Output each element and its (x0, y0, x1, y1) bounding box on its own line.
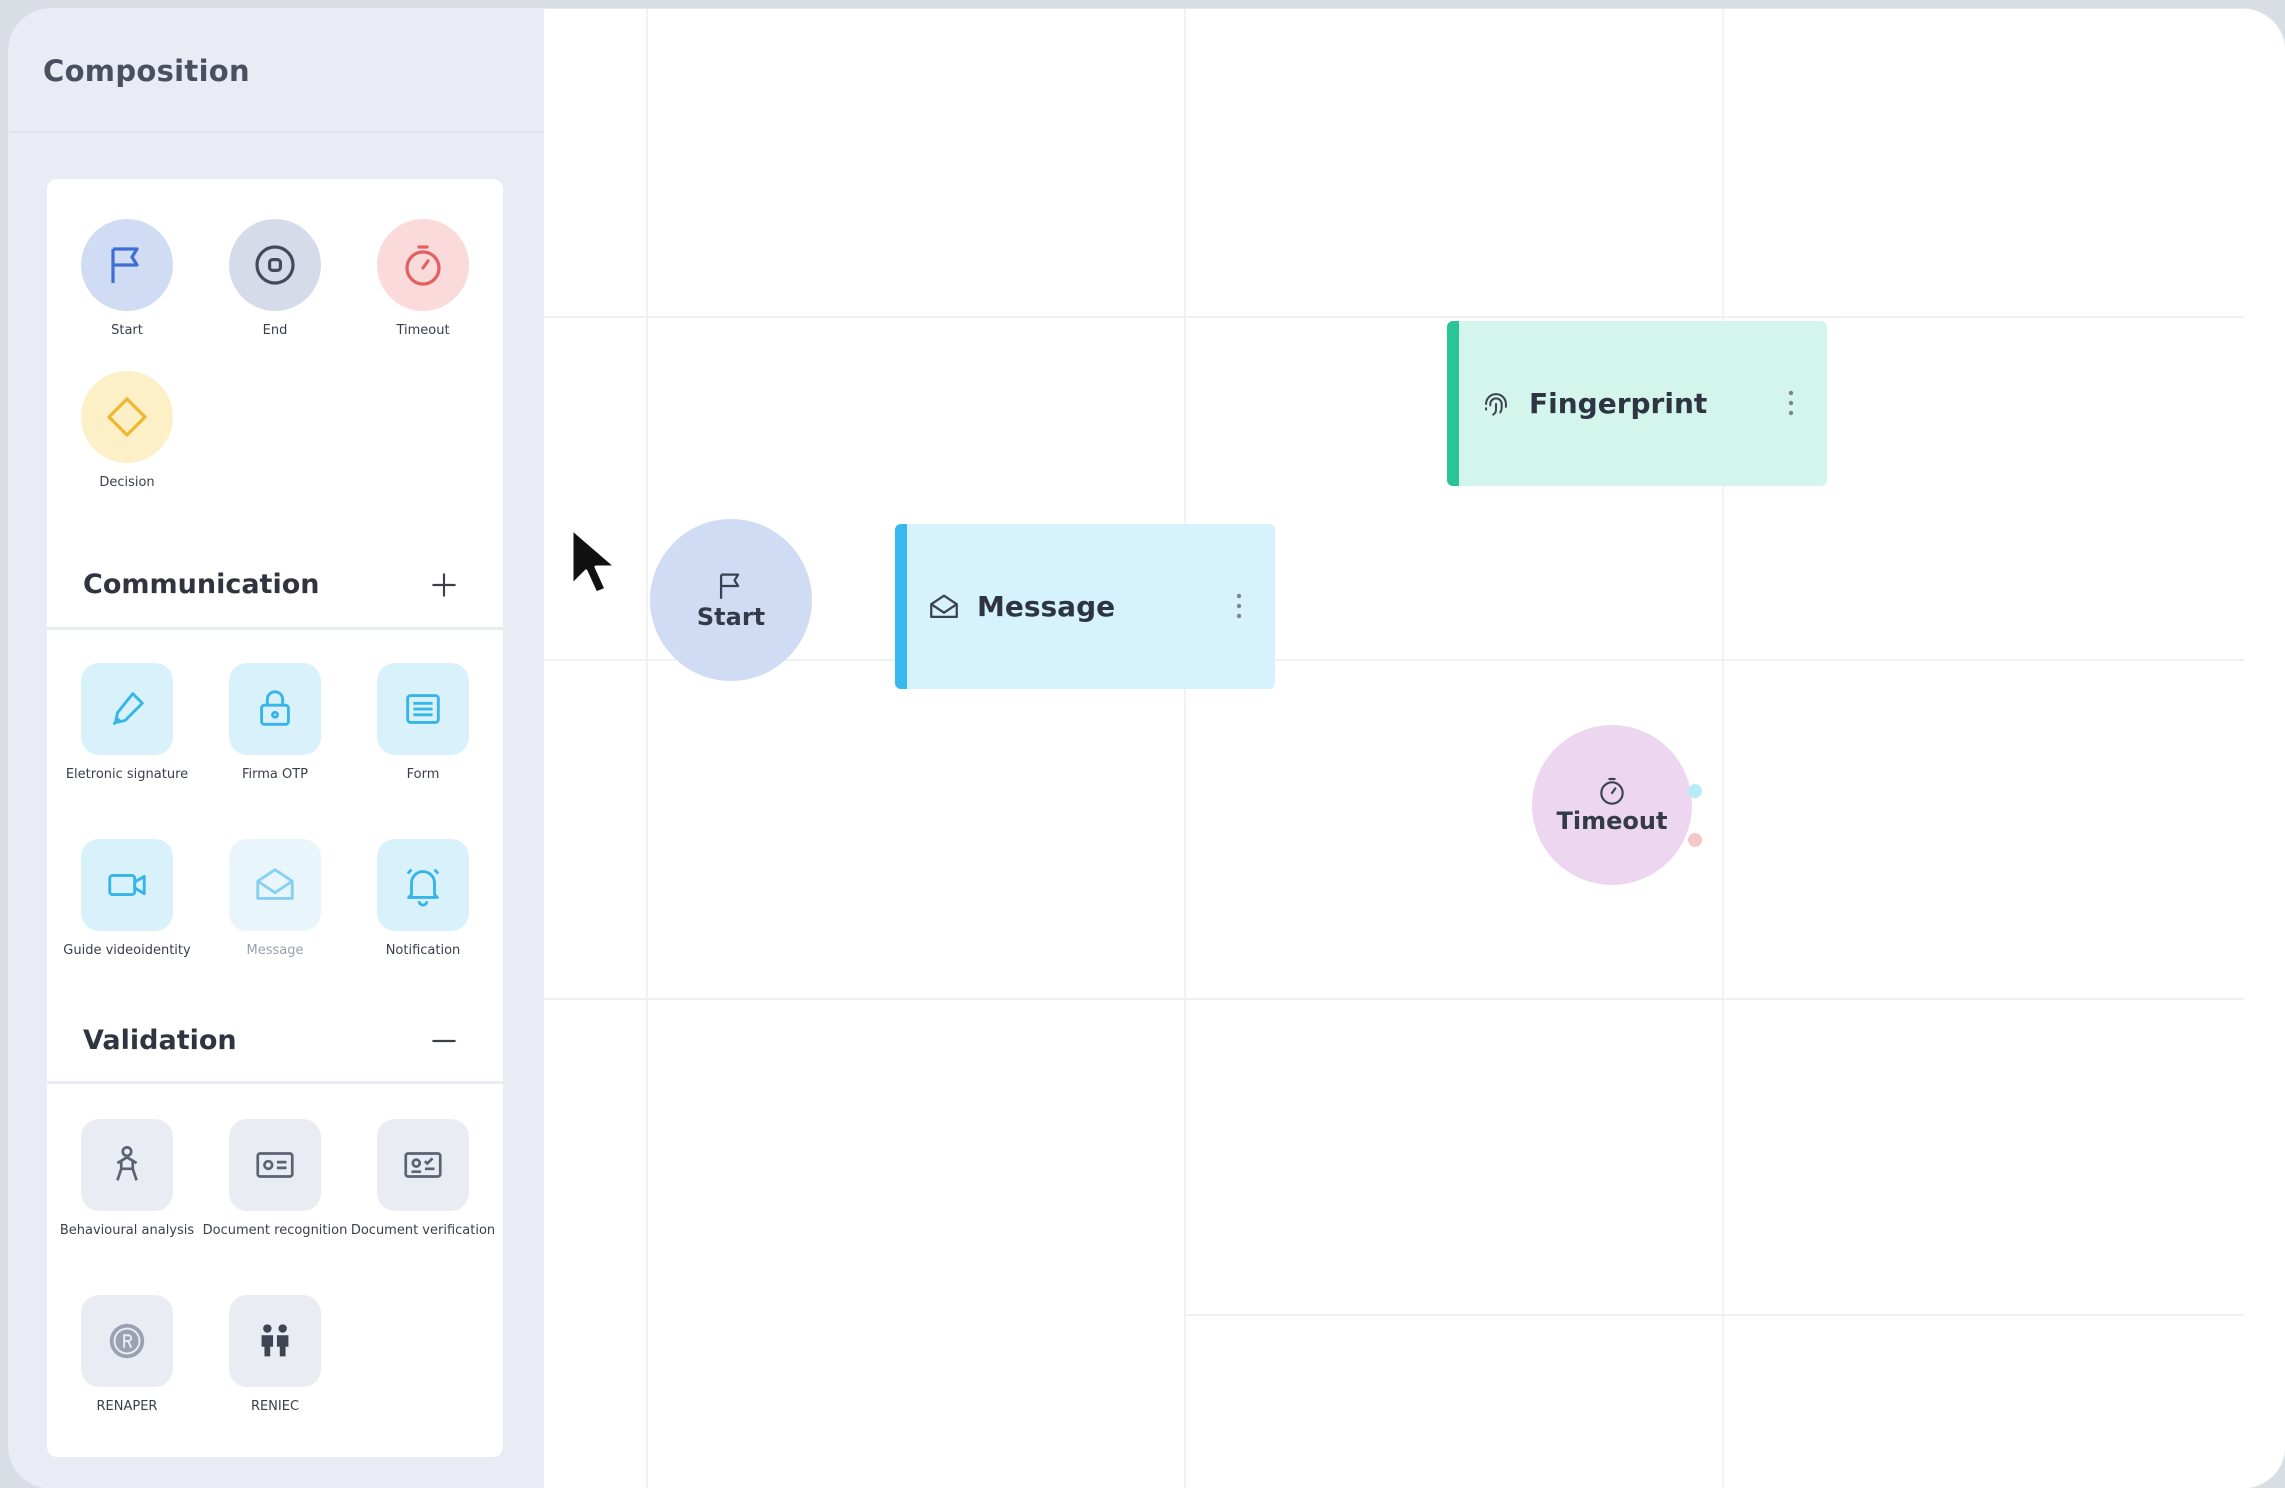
composition-sidebar: Composition Start End Timeout Decision C… (9, 9, 544, 1488)
palette-item-renaper[interactable]: RENAPER (53, 1295, 201, 1416)
start-node[interactable]: Start (650, 519, 812, 681)
palette-item-timeout[interactable]: Timeout (349, 219, 497, 340)
renaper-seal-icon (81, 1295, 173, 1387)
palette-item-label: Document recognition (202, 1223, 348, 1238)
palette-item-firma-otp[interactable]: Firma OTP (201, 663, 349, 784)
grid-line (1722, 9, 1724, 1488)
grid-line (1184, 9, 1186, 1488)
message-node-label: Message (977, 590, 1116, 623)
id-card-icon (229, 1119, 321, 1211)
palette-item-message[interactable]: Message (201, 839, 349, 960)
palette-item-label: Notification (385, 943, 461, 958)
person-icon (81, 1119, 173, 1211)
stop-circle-icon (229, 219, 321, 311)
envelope-icon (229, 839, 321, 931)
palette-item-label: Document verification (350, 1223, 496, 1238)
timeout-node-label: Timeout (1556, 807, 1668, 835)
diamond-icon (81, 371, 173, 463)
reniec-people-icon (229, 1295, 321, 1387)
palette-item-label: End (262, 323, 288, 338)
message-node[interactable]: Message (895, 524, 1275, 689)
palette-item-label: Eletronic signature (65, 767, 189, 782)
palette-item-decision[interactable]: Decision (53, 371, 201, 492)
palette-item-start[interactable]: Start (53, 219, 201, 340)
collapse-validation-button[interactable] (422, 1019, 466, 1063)
message-node-menu-button[interactable] (1224, 586, 1254, 626)
communication-section-title: Communication (83, 569, 320, 600)
video-camera-icon (81, 839, 173, 931)
palette-item-label: Form (406, 767, 440, 782)
palette-item-label: Firma OTP (241, 767, 309, 782)
stopwatch-icon (377, 219, 469, 311)
pen-icon (81, 663, 173, 755)
palette-item-label: RENIEC (250, 1399, 300, 1414)
palette-item-document-verification[interactable]: Document verification (349, 1119, 497, 1240)
start-node-label: Start (696, 603, 766, 631)
palette-item-label: Guide videoidentity (63, 943, 191, 958)
fingerprint-node-menu-button[interactable] (1776, 383, 1806, 423)
palette-item-label: RENAPER (96, 1399, 158, 1414)
flag-icon (719, 573, 740, 599)
timeout-node[interactable]: Timeout (1532, 725, 1692, 885)
plus-icon (432, 573, 456, 597)
section-divider (47, 1081, 503, 1084)
more-vertical-icon (1788, 390, 1794, 416)
timeout-failure-port[interactable] (1688, 833, 1702, 847)
expand-communication-button[interactable] (422, 563, 466, 607)
grid-line (646, 9, 648, 1488)
palette-item-label: Timeout (396, 323, 450, 338)
palette-panel: Start End Timeout Decision Communication… (47, 179, 503, 1457)
timeout-success-port[interactable] (1688, 784, 1702, 798)
stopwatch-icon (1600, 777, 1624, 805)
palette-item-guide-videoidentity[interactable]: Guide videoidentity (53, 839, 201, 960)
app-window: Composition Start End Timeout Decision C… (9, 9, 2285, 1488)
message-node-accent (895, 524, 907, 689)
palette-item-label: Decision (99, 475, 155, 490)
validation-section-title: Validation (83, 1025, 237, 1056)
fingerprint-icon (1485, 392, 1507, 416)
palette-item-document-recognition[interactable]: Document recognition (201, 1119, 349, 1240)
flag-icon (81, 219, 173, 311)
grid-line (1184, 1314, 2244, 1316)
palette-item-label: Message (246, 943, 304, 958)
palette-item-label: Start (111, 323, 143, 338)
envelope-open-icon (930, 594, 958, 618)
palette-item-electronic-signature[interactable]: Eletronic signature (53, 663, 201, 784)
lock-icon (229, 663, 321, 755)
grid-line (544, 998, 2244, 1000)
minus-icon (432, 1039, 456, 1043)
id-card-check-icon (377, 1119, 469, 1211)
mouse-cursor-icon (570, 527, 616, 595)
section-divider (47, 627, 503, 630)
palette-item-form[interactable]: Form (349, 663, 497, 784)
more-vertical-icon (1236, 593, 1242, 619)
grid-line (544, 316, 2244, 318)
palette-item-label: Behavioural analysis (59, 1223, 195, 1238)
grid-line (544, 659, 2244, 661)
sidebar-title: Composition (43, 54, 250, 88)
fingerprint-node-label: Fingerprint (1529, 387, 1708, 420)
palette-item-end[interactable]: End (201, 219, 349, 340)
form-icon (377, 663, 469, 755)
palette-item-behavioural-analysis[interactable]: Behavioural analysis (53, 1119, 201, 1240)
flow-canvas[interactable]: Start Message Fingerprint Timeout (544, 9, 2285, 1488)
fingerprint-node-accent (1447, 321, 1459, 486)
palette-item-reniec[interactable]: RENIEC (201, 1295, 349, 1416)
sidebar-header: Composition (9, 9, 544, 133)
bell-icon (377, 839, 469, 931)
palette-item-notification[interactable]: Notification (349, 839, 497, 960)
fingerprint-node[interactable]: Fingerprint (1447, 321, 1827, 486)
